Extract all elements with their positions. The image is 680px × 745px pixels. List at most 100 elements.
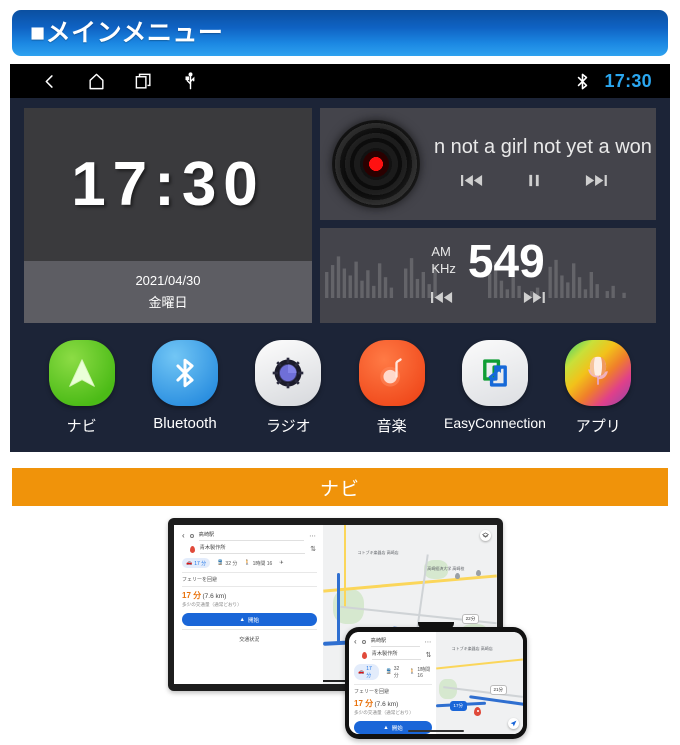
maps-destination-field[interactable]: 青木製作所 [199,544,306,554]
clock-widget[interactable]: 17:30 2021/04/30 金曜日 [24,108,312,323]
start-navigation-icon: ▲ [239,616,245,623]
screen-mirror-icon[interactable] [461,340,528,406]
walk-icon: 🚶 [244,560,251,566]
radio-frequency: 549 [467,234,545,287]
phone-eta-distance: (7.6 km) [374,701,399,708]
phone-travel-mode-walk[interactable]: 🚶 1時間 16 [409,666,432,679]
phone-origin-field[interactable]: 高崎駅 [370,637,420,647]
travel-mode-flight[interactable]: ✈ [279,560,283,566]
head-unit-screen: 17:30 17:30 2021/04/30 金曜日 n not a girl … [10,64,670,452]
page-root: ■メインメニュー 17:30 17:30 2021/04/30 金曜日 n no… [0,0,680,745]
phone-swap-icon[interactable]: ⇅ [426,651,432,659]
back-icon[interactable] [40,72,59,91]
phone-origin-dot-icon [361,640,366,644]
maps-origin-row[interactable]: ‹ 高崎駅 ⋯ [182,531,317,541]
phone-home-indicator [408,730,464,732]
route-badge-2[interactable]: 22分 [462,614,479,625]
maps-back-icon[interactable]: ‹ [182,532,185,540]
phone-eta-row: 17 分 (7.6 km) [354,698,432,709]
radio-band: AM [431,244,451,260]
map-poi-pin-1[interactable] [455,572,461,580]
smartphone-device: ‹ 高崎駅 ⋯ ‹ 青木製作所 ⇅ 🚗 17 分 [345,622,527,739]
phone-travel-mode-transit[interactable]: 🚆 32 分 [386,666,403,679]
music-prev-button[interactable] [461,173,483,193]
maps-destination-row[interactable]: ‹ 青木製作所 ⇅ [182,544,317,554]
map-poi-pin-2[interactable] [476,569,482,577]
maps-directions-panel: ‹ 高崎駅 ⋯ ‹ 青木製作所 ⇅ 🚗 17 分 [174,525,323,684]
radio-widget[interactable]: AM KHz 549 [320,228,656,323]
tulip-flower-icon[interactable] [565,340,632,406]
clock-widget-time: 17:30 [71,149,265,219]
travel-mode-walk[interactable]: 🚶 1時間 16 [244,560,272,567]
phone-travel-mode-car-value: 17 分 [366,665,372,679]
android-status-bar: 17:30 [10,64,670,98]
phone-maps-panel: ‹ 高崎駅 ⋯ ‹ 青木製作所 ⇅ 🚗 17 分 [349,632,436,734]
clock-widget-footer: 2021/04/30 金曜日 [24,261,312,323]
phone-walk-icon: 🚶 [409,669,416,675]
maps-eta-row: 17 分 (7.6 km) [182,590,317,601]
map-place-label-2: 高崎経済大学 高崎校 [427,566,465,572]
map-route-line-3 [336,572,341,643]
destination-pin-icon [189,545,195,553]
music-widget[interactable]: n not a girl not yet a won [320,108,656,220]
phone-car-icon: 🚗 [358,669,365,675]
page-title: ■メインメニュー [30,18,224,47]
app-nav[interactable]: ナビ [30,340,133,436]
phone-travel-mode-car[interactable]: 🚗 17 分 [354,664,379,680]
origin-dot-icon [189,534,194,538]
phone-overflow-icon[interactable]: ⋯ [425,638,433,646]
app-apps[interactable]: アプリ [547,340,650,436]
phone-origin-row[interactable]: ‹ 高崎駅 ⋯ [354,637,432,647]
maps-avoid-note: フェリーを回避 [182,577,218,583]
map-place-label-1: コトブキ楽器店 高崎店 [357,550,399,556]
maps-origin-field[interactable]: 高崎駅 [198,531,305,541]
maps-start-button[interactable]: ▲ 開始 [182,613,317,626]
layers-icon[interactable] [480,530,491,541]
home-icon[interactable] [87,72,106,91]
maps-eta-time: 17 分 [182,591,202,600]
phone-travel-modes: 🚗 17 分 🚆 32 分 🚶 1時間 16 [354,664,432,680]
bluetooth-icon[interactable] [151,340,218,406]
travel-mode-car[interactable]: 🚗 17 分 [182,558,211,568]
app-nav-label: ナビ [66,418,97,435]
phone-destination-field[interactable]: 青木製作所 [371,650,421,660]
music-next-button[interactable] [585,173,607,193]
phone-eta-sub: 多少の交通量（通常どおり） [354,710,414,715]
app-radio-label: ラジオ [265,418,311,435]
radio-prev-button[interactable] [431,290,453,310]
phone-transit-icon: 🚆 [385,669,392,675]
phone-eta-time: 17 分 [354,699,374,708]
phone-divider [354,684,432,685]
app-radio[interactable]: ラジオ [237,340,340,436]
app-dock: ナビ Bluetooth ラジオ 音楽 EasyConnection アプリ [24,323,656,436]
phone-start-button[interactable]: ▲ 開始 [354,721,432,734]
phone-navigate-icon[interactable] [508,718,519,729]
travel-mode-transit[interactable]: 🚆 32 分 [217,560,237,567]
app-easyconnection[interactable]: EasyConnection [443,340,546,431]
app-apps-label: アプリ [575,418,621,435]
phone-avoid-note: フェリーを回避 [354,689,390,695]
phone-route-badge-0[interactable]: 17分 [449,701,467,712]
recents-icon[interactable] [134,72,153,91]
phone-back-icon[interactable]: ‹ [354,638,357,646]
app-bluetooth[interactable]: Bluetooth [133,340,236,432]
maps-swap-icon[interactable]: ⇅ [310,545,316,553]
phone-map-place-label: コトブキ楽器店 高崎店 [451,646,493,652]
navigation-arrow-icon[interactable] [48,340,115,406]
phone-map-canvas[interactable]: 17分 21分 コトブキ楽器店 高崎店 [436,632,523,734]
travel-mode-car-value: 17 分 [194,560,207,567]
travel-mode-walk-value: 1時間 16 [252,560,273,567]
phone-route-badge-1[interactable]: 21分 [489,685,507,696]
radio-next-button[interactable] [523,290,545,310]
panel-divider-3 [182,629,317,630]
maps-overflow-icon[interactable]: ⋯ [309,532,317,540]
radio-band-unit: AM KHz [431,244,456,277]
music-pause-button[interactable] [527,173,541,193]
radio-knob-icon[interactable] [255,340,322,406]
app-music[interactable]: 音楽 [340,340,443,436]
app-bluetooth-label: Bluetooth [153,415,217,432]
phone-start-label: 開始 [391,725,403,732]
phone-destination-row[interactable]: ‹ 青木製作所 ⇅ [354,650,432,660]
music-note-icon[interactable] [358,340,425,406]
usb-icon[interactable] [181,71,200,91]
